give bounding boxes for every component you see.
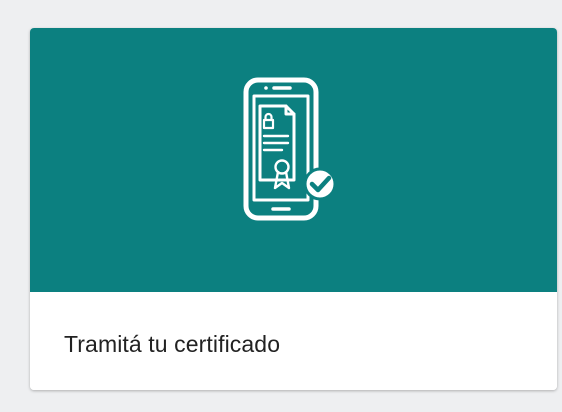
card-body: Tramitá tu certificado bbox=[30, 292, 557, 390]
certificate-card[interactable]: Tramitá tu certificado bbox=[30, 28, 557, 390]
card-media-banner bbox=[30, 28, 557, 292]
mobile-certificate-check-icon bbox=[243, 77, 337, 221]
card-title[interactable]: Tramitá tu certificado bbox=[64, 330, 280, 358]
